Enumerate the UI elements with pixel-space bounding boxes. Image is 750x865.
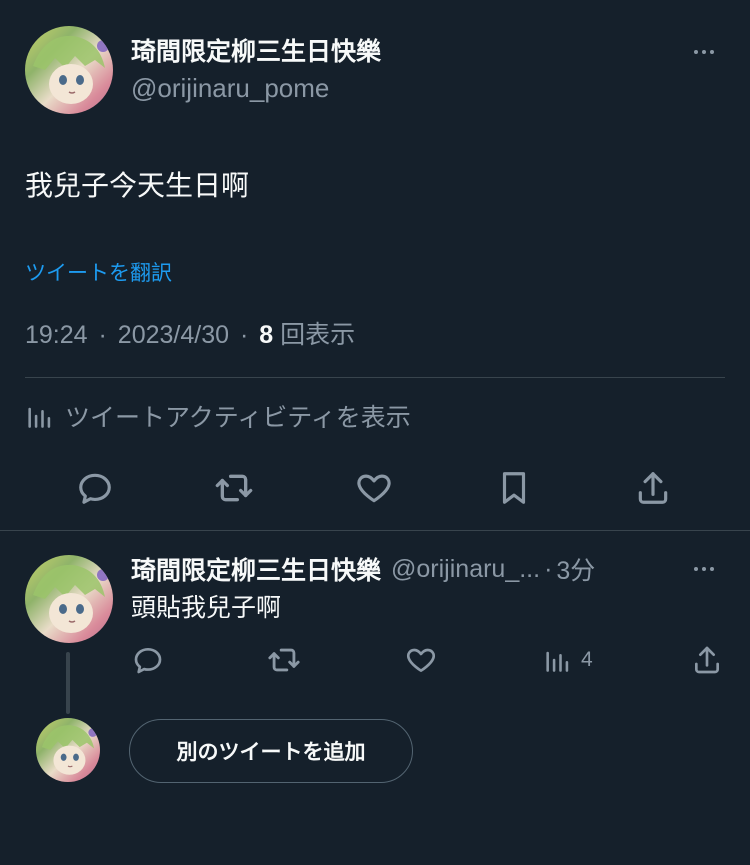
avatar-illustration <box>33 35 109 104</box>
tweet-meta: 19:24 · 2023/4/30 · 8 回表示 <box>25 318 355 352</box>
retweet-button[interactable] <box>212 466 256 510</box>
thread-line <box>66 652 70 714</box>
reply-author-avatar[interactable] <box>25 555 113 643</box>
reply-share-button[interactable] <box>689 642 725 678</box>
like-button[interactable] <box>352 466 396 510</box>
reply-icon <box>134 648 162 674</box>
retweet-icon <box>268 648 300 672</box>
bookmark-button[interactable] <box>492 466 536 510</box>
reply-icon <box>79 473 111 504</box>
reply-views-button[interactable]: 4 <box>543 642 593 678</box>
heart-icon <box>407 648 435 672</box>
tweet-activity-label: ツイートアクティビティを表示 <box>65 404 411 432</box>
reply-handle[interactable]: @orijinaru_... <box>391 555 540 584</box>
author-display-name[interactable]: 琦間限定柳三生日快樂 <box>131 36 381 68</box>
analytics-icon <box>28 407 51 428</box>
analytics-icon <box>546 651 569 672</box>
tweet-text: 我兒子今天生日啊 <box>25 170 250 201</box>
avatar-illustration <box>41 725 98 775</box>
heart-icon <box>357 474 391 503</box>
bookmark-icon <box>502 472 526 504</box>
reply-text: 頭貼我兒子啊 <box>131 594 282 622</box>
reply-reply-button[interactable] <box>130 642 166 678</box>
reply-like-button[interactable] <box>403 642 439 678</box>
reply-button[interactable] <box>73 466 117 510</box>
reply-more-options-icon[interactable] <box>694 565 714 573</box>
tweet-date[interactable]: 2023/4/30 <box>118 321 229 349</box>
share-button[interactable] <box>631 466 675 510</box>
author-avatar[interactable] <box>25 26 113 114</box>
views-label: 回表示 <box>280 321 356 349</box>
retweet-icon <box>215 474 253 502</box>
compose-avatar[interactable] <box>36 718 100 782</box>
share-icon <box>638 472 668 504</box>
author-handle[interactable]: @orijinaru_pome <box>131 72 329 104</box>
avatar-illustration <box>33 564 109 633</box>
more-options-icon[interactable] <box>694 48 714 56</box>
meta-separator: · <box>544 554 553 583</box>
divider <box>0 530 750 531</box>
tweet-time[interactable]: 19:24 <box>25 321 88 349</box>
reply-display-name[interactable]: 琦間限定柳三生日快樂 <box>131 551 381 587</box>
tweet-activity-link[interactable]: ツイートアクティビティを表示 <box>25 398 411 434</box>
meta-separator: · <box>239 321 249 349</box>
view-count: 8 <box>259 321 274 349</box>
reply-retweet-button[interactable] <box>266 642 302 678</box>
meta-separator: · <box>98 321 107 349</box>
add-another-tweet-button[interactable]: 別のツイートを追加 <box>129 719 413 783</box>
share-icon <box>695 646 719 674</box>
reply-header: 琦間限定柳三生日快樂 @orijinaru_... · 3分 <box>131 552 595 586</box>
reply-view-count: 4 <box>581 648 593 671</box>
translate-tweet-link[interactable]: ツイートを翻訳 <box>25 260 172 288</box>
reply-time[interactable]: 3分 <box>556 551 595 587</box>
divider <box>25 377 725 378</box>
